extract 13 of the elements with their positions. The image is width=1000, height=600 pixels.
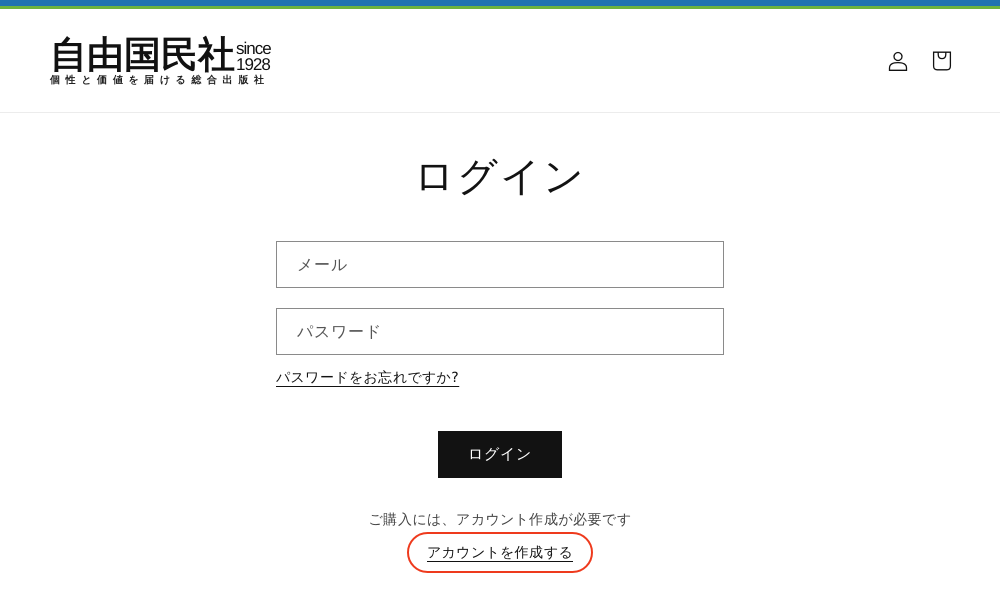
forgot-password-link[interactable]: パスワードをお忘れですか? bbox=[276, 368, 460, 388]
since-text: since bbox=[236, 40, 271, 56]
year-text: 1928 bbox=[236, 56, 271, 72]
password-field[interactable]: パスワード bbox=[276, 308, 724, 355]
login-button[interactable]: ログイン bbox=[438, 431, 562, 478]
bag-icon[interactable] bbox=[932, 50, 952, 70]
email-field[interactable]: メール bbox=[276, 241, 724, 288]
brand-name: 自由国民社 bbox=[50, 36, 235, 72]
create-account-link[interactable]: アカウントを作成する bbox=[427, 543, 573, 563]
person-icon[interactable] bbox=[888, 50, 908, 70]
tagline-text: 個性と価値を届ける総合出版社 bbox=[50, 74, 271, 86]
page-title: ログイン bbox=[414, 153, 586, 202]
note-text: ご購入には、アカウント作成が必要です bbox=[368, 511, 632, 530]
